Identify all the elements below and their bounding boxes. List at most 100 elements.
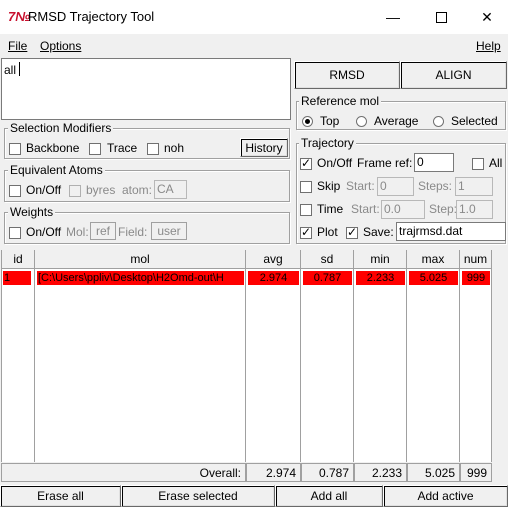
close-button[interactable]: ✕ [464,0,508,34]
menu-options-label: Options [40,39,82,53]
row1-max-value: 5.025 [419,272,448,284]
time-start-value: 0.0 [384,202,401,216]
col-header-mol-label: mol [130,252,150,266]
col-header-num-label: num [463,252,488,266]
all-frames-checkbox[interactable] [472,156,484,170]
col-header-avg-label: avg [263,252,283,266]
ref-selected-radio[interactable] [433,114,444,128]
trace-checkbox[interactable] [89,141,101,155]
row1-min[interactable]: 2.233 [356,271,405,285]
overall-sd: 0.787 [301,463,354,482]
time-step-field[interactable]: 1.0 [456,200,493,219]
selection-textarea[interactable]: all [1,58,291,120]
frame-ref-field[interactable]: 0 [414,153,454,172]
col-body-max[interactable] [407,269,460,462]
erase-all-label: Erase all [37,489,84,503]
col-body-sd[interactable] [301,269,354,462]
minimize-button[interactable]: — [370,0,416,34]
steps-field[interactable]: 1 [455,177,493,196]
erase-selected-label: Erase selected [158,489,238,503]
add-all-button[interactable]: Add all [275,485,383,507]
col-header-max[interactable]: max [407,250,460,269]
menu-options[interactable]: Options [40,39,81,53]
menu-help[interactable]: Help [476,39,501,53]
col-body-mol[interactable] [35,269,246,462]
menu-file[interactable]: File [8,39,27,53]
col-header-mol[interactable]: mol [35,250,246,269]
overall-label: Overall: [199,465,241,480]
save-checkbox[interactable] [346,225,358,239]
overall-avg: 2.974 [246,463,301,482]
equiv-onoff-checkbox[interactable] [9,183,21,197]
col-body-avg[interactable] [246,269,301,462]
col-header-min[interactable]: min [354,250,407,269]
add-all-label: Add all [310,489,348,503]
table-scrollbar-area [492,250,508,462]
align-button-label: ALIGN [435,68,472,82]
time-label: Time [317,202,344,216]
atom-field[interactable]: CA [154,180,187,199]
erase-selected-button[interactable]: Erase selected [121,485,275,507]
noh-checkbox[interactable] [147,141,159,155]
save-file-field[interactable]: trajrmsd.dat [396,222,506,241]
weights-onoff-label: On/Off [26,225,62,239]
overall-max: 5.025 [407,463,460,482]
row1-max[interactable]: 5.025 [409,271,458,285]
field-label: Field: [118,225,148,239]
weights-field-menu[interactable]: user [151,222,187,240]
skip-checkbox[interactable] [300,179,312,193]
overall-max-value: 5.025 [424,465,455,480]
weights-title: Weights [8,205,56,219]
backbone-checkbox[interactable] [9,141,21,155]
col-body-id[interactable] [1,269,35,462]
overall-label-cell: Overall: [1,463,246,482]
skip-start-value: 0 [380,179,387,193]
row1-avg-value: 2.974 [259,272,288,284]
weights-field-value: user [157,224,181,238]
row1-sd[interactable]: 0.787 [303,271,352,285]
traj-onoff-checkbox[interactable] [300,156,312,170]
col-body-num[interactable] [460,269,492,462]
erase-all-button[interactable]: Erase all [0,485,121,507]
menu-help-label: Help [476,39,501,53]
col-header-num[interactable]: num [460,250,492,269]
history-button[interactable]: History [240,138,288,157]
row1-num-value: 999 [466,272,486,284]
col-header-sd[interactable]: sd [301,250,354,269]
col-header-avg[interactable]: avg [246,250,301,269]
ref-top-label: Top [320,114,340,128]
time-start-field[interactable]: 0.0 [381,200,425,219]
rmsd-button[interactable]: RMSD [294,61,400,89]
rmsd-button-label: RMSD [329,68,365,82]
backbone-label: Backbone [26,141,80,155]
row1-num[interactable]: 999 [462,271,490,285]
skip-start-field[interactable]: 0 [377,177,414,196]
overall-num: 999 [460,463,492,482]
ref-top-radio[interactable] [302,114,313,128]
ref-selected-label: Selected [451,114,498,128]
save-file-value: trajrmsd.dat [399,224,463,238]
plot-checkbox[interactable] [300,225,312,239]
time-start-label: Start: [351,202,380,216]
byres-checkbox[interactable] [69,183,81,197]
row1-id[interactable]: 1 [3,271,31,285]
col-header-id[interactable]: id [1,250,35,269]
col-body-min[interactable] [354,269,407,462]
mol-label: Mol: [66,225,89,239]
row1-avg[interactable]: 2.974 [248,271,299,285]
selection-text: all [4,63,17,77]
minimize-icon: — [386,9,400,25]
frame-ref-label: Frame ref: [357,156,413,170]
selection-modifiers-title: Selection Modifiers [8,121,114,135]
weights-onoff-checkbox[interactable] [9,225,21,239]
col-header-id-label: id [13,252,23,266]
weights-mol-menu[interactable]: ref [90,222,116,240]
ref-average-radio[interactable] [356,114,367,128]
maximize-button[interactable] [418,0,464,34]
menu-file-label: File [8,39,28,53]
align-button[interactable]: ALIGN [400,61,507,89]
equivalent-atoms-title: Equivalent Atoms [8,163,105,177]
add-active-button[interactable]: Add active [383,485,508,507]
time-checkbox[interactable] [300,202,312,216]
row1-mol[interactable]: [C:\Users\ppliv\Desktop\H2Omd-out\H [37,271,244,285]
